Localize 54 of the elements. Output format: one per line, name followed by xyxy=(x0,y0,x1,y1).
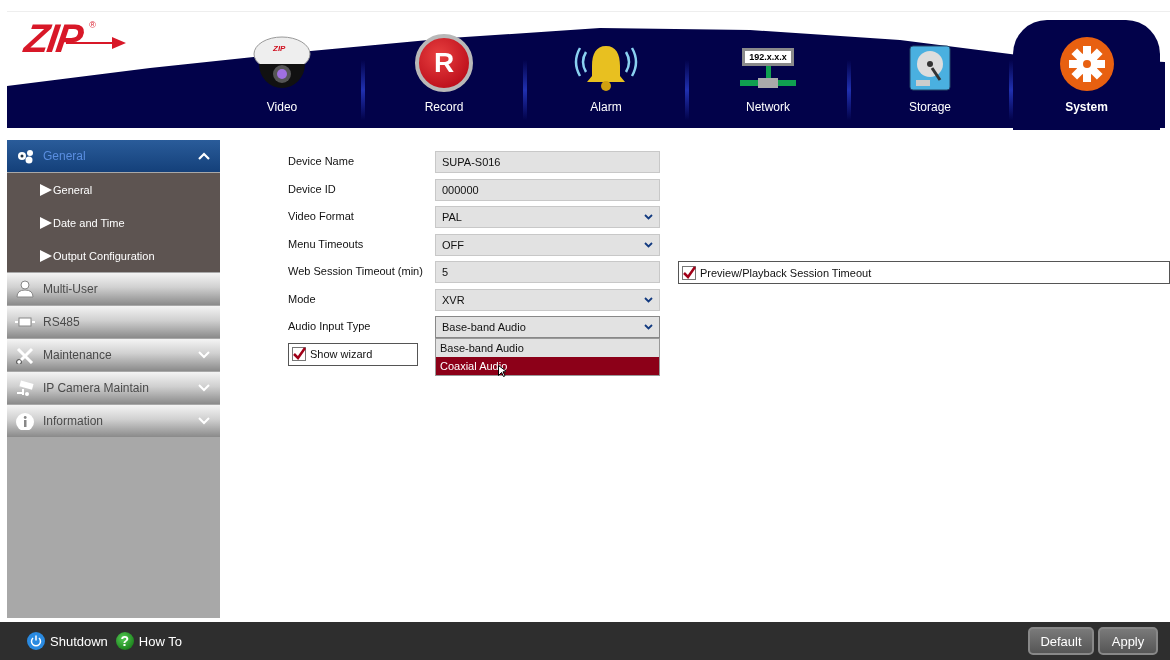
chevron-down-icon xyxy=(644,296,653,303)
triangle-icon xyxy=(40,249,52,262)
dropdown[interactable]: OFF xyxy=(435,233,660,256)
field-label: Menu Timeouts xyxy=(288,236,365,250)
ip-address-label: 192.x.x.x xyxy=(742,48,794,66)
sidebar-subitem[interactable]: Date and Time xyxy=(7,206,220,239)
power-icon xyxy=(27,632,45,650)
field-label: Audio Input Type xyxy=(288,319,372,332)
footer-link[interactable]: How To xyxy=(138,633,182,649)
sidebar-subitem[interactable]: General xyxy=(7,173,220,206)
field-label: Video Format xyxy=(288,209,355,222)
registered-mark: ® xyxy=(89,20,96,30)
checkbox[interactable]: Show wizard xyxy=(288,342,418,366)
gear-icon xyxy=(1058,36,1115,92)
gears-icon xyxy=(15,147,35,165)
field-label: Web Session Timeout (min) xyxy=(288,264,424,277)
footer-button[interactable]: Apply xyxy=(1098,627,1158,655)
nav-tab[interactable]: Storage xyxy=(851,0,1009,130)
sidebar-item[interactable]: IP Camera Maintain xyxy=(7,372,220,404)
chevron-down-icon xyxy=(644,324,653,330)
triangle-icon xyxy=(40,183,52,196)
nav-tab[interactable]: System xyxy=(1013,20,1160,130)
info-icon xyxy=(15,412,35,430)
sidebar-subitem[interactable]: Output Configuration xyxy=(7,239,220,272)
footer-button[interactable]: Default xyxy=(1028,627,1094,655)
user-icon xyxy=(15,280,35,298)
field-label: Device ID xyxy=(288,181,337,195)
nav-tab[interactable]: ZIP Video xyxy=(203,0,361,130)
field-label: Device Name xyxy=(288,154,356,167)
field-label: Mode xyxy=(288,291,317,305)
chevron-down-icon xyxy=(644,241,653,248)
input-field[interactable]: 000000 xyxy=(435,178,660,201)
sidebar-item[interactable]: RS485 xyxy=(7,306,220,338)
nav-tab[interactable]: Alarm xyxy=(527,0,685,130)
checked-box-icon[interactable] xyxy=(682,265,696,280)
dropdown[interactable]: XVR xyxy=(435,288,660,311)
input-field[interactable]: 5 xyxy=(435,261,660,283)
checkbox[interactable]: Preview/Playback Session Timeout xyxy=(678,261,1170,284)
triangle-icon xyxy=(40,216,52,229)
hard-drive-icon xyxy=(908,44,952,92)
camera-logo-text: ZIP xyxy=(273,44,286,53)
chevron-down-icon xyxy=(644,214,653,220)
sidebar-item[interactable]: Maintenance xyxy=(7,339,220,371)
tools-icon xyxy=(15,346,35,364)
sidebar-item[interactable]: Information xyxy=(7,405,220,437)
input-field[interactable]: SUPA-S016 xyxy=(435,151,660,173)
checked-box-icon[interactable] xyxy=(292,347,306,361)
footer-link[interactable]: Shutdown xyxy=(50,633,108,649)
dropdown-option[interactable]: Base-band Audio xyxy=(436,339,659,357)
dropdown[interactable]: PAL xyxy=(435,206,660,228)
help-icon: ? xyxy=(115,632,134,650)
nav-tab[interactable]: 192.x.x.x Network xyxy=(689,0,847,130)
sidebar-item[interactable]: Multi-User xyxy=(7,273,220,305)
logo-text: ZIP xyxy=(22,18,85,58)
